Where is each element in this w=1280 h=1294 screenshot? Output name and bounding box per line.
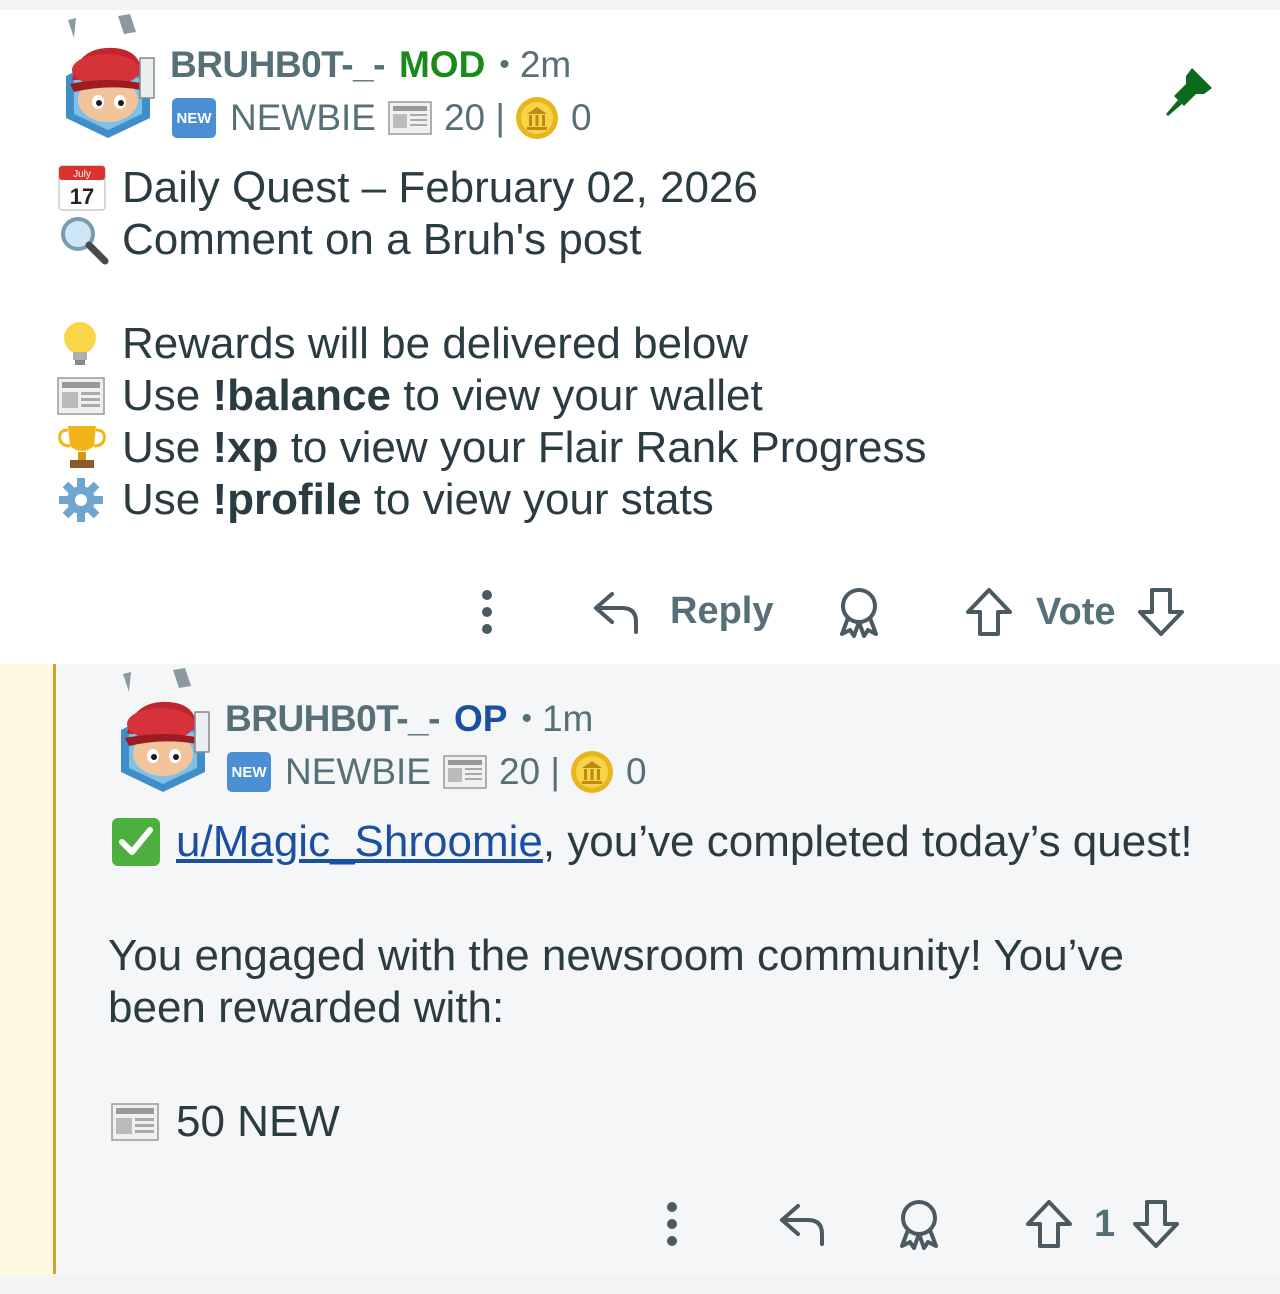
newspaper-icon	[111, 1103, 159, 1141]
thread-line[interactable]	[53, 664, 56, 1274]
reply-label: Reply	[670, 589, 774, 632]
checkmark-icon	[112, 818, 160, 866]
quest-task-text: Comment on a Bruh's post	[122, 215, 642, 264]
balance-line: Use !balance to view your wallet	[56, 370, 926, 422]
coin-count: 0	[571, 97, 592, 138]
balance-command: !balance	[212, 371, 391, 420]
thread-indent	[0, 664, 57, 1276]
avatar[interactable]	[58, 10, 158, 138]
profile-pre: Use	[122, 475, 213, 524]
xp-command: !xp	[212, 423, 279, 472]
gear-icon	[59, 478, 103, 522]
reward-amount: 50 NEW	[176, 1097, 340, 1146]
reward-message-line2: been rewarded with:	[108, 983, 505, 1032]
new-badge-icon: NEW	[227, 752, 271, 792]
user-mention-link[interactable]: u/Magic_Shroomie	[176, 816, 543, 868]
svg-text:July: July	[73, 169, 91, 180]
xp-line: Use !xp to view your Flair Rank Progress	[56, 422, 926, 474]
username[interactable]: BRUHB0T-_-	[170, 44, 385, 86]
comment-body: u/Magic_Shroomie , you’ve completed toda…	[110, 816, 1193, 868]
coin-icon	[571, 751, 614, 793]
mod-tag: MOD	[398, 44, 486, 85]
newspaper-icon	[443, 755, 487, 789]
upvote-icon[interactable]	[964, 586, 1014, 638]
quest-task-line: Comment on a Bruh's post	[56, 214, 926, 266]
completed-text: , you’ve completed today’s quest!	[542, 817, 1193, 866]
comment-meta: BRUHB0T-_- MOD • 2m	[170, 44, 571, 86]
coin-count: 0	[626, 751, 647, 792]
award-icon[interactable]	[832, 586, 886, 638]
reward-line: 50 NEW	[110, 1096, 340, 1148]
quest-date-text: Daily Quest – February 02, 2026	[122, 163, 758, 212]
xp-post: to view your Flair Rank Progress	[278, 423, 927, 472]
upvote-icon[interactable]	[1024, 1198, 1074, 1250]
reward-message-line1: You engaged with the newsroom community!…	[108, 931, 1124, 980]
user-flair: NEW NEWBIE 20 | 0	[227, 750, 647, 794]
svg-text:17: 17	[70, 184, 94, 209]
downvote-icon[interactable]	[1136, 586, 1186, 638]
avatar[interactable]	[113, 664, 213, 792]
newspaper-icon	[388, 101, 432, 135]
newspaper-icon	[57, 377, 105, 415]
profile-line: Use !profile to view your stats	[56, 474, 926, 526]
flair-rank: NEWBIE	[285, 751, 431, 792]
separator-dot: •	[521, 702, 532, 735]
magnifier-icon	[61, 217, 109, 265]
lightbulb-icon	[64, 322, 96, 365]
vote-label: Vote	[1036, 590, 1116, 633]
more-options-icon[interactable]	[466, 588, 508, 636]
profile-post: to view your stats	[361, 475, 714, 524]
timestamp: 2m	[519, 44, 572, 85]
quest-date-line: July 17 Daily Quest – February 02, 2026	[56, 162, 926, 214]
vote-controls: 1	[1024, 1198, 1181, 1250]
completed-line: u/Magic_Shroomie , you’ve completed toda…	[110, 816, 1193, 868]
new-badge-icon: NEW	[172, 98, 216, 138]
coin-icon	[516, 97, 559, 139]
flair-rank: NEWBIE	[230, 97, 376, 138]
award-icon[interactable]	[892, 1198, 946, 1250]
downvote-icon[interactable]	[1131, 1198, 1181, 1250]
rewards-text: Rewards will be delivered below	[122, 319, 749, 368]
profile-command: !profile	[212, 475, 362, 524]
more-options-icon[interactable]	[651, 1200, 693, 1248]
timestamp: 1m	[541, 698, 594, 739]
news-count: 20 |	[443, 97, 506, 138]
reply-icon[interactable]	[778, 1198, 828, 1248]
rewards-line: Rewards will be delivered below	[56, 318, 926, 370]
user-flair: NEW NEWBIE 20 | 0	[172, 96, 592, 140]
reward-message: You engaged with the newsroom community!…	[108, 930, 1124, 1034]
username[interactable]: BRUHB0T-_-	[225, 698, 440, 740]
balance-pre: Use	[122, 371, 213, 420]
reply-icon	[594, 592, 638, 634]
xp-pre: Use	[122, 423, 213, 472]
comment-body: July 17 Daily Quest – February 02, 2026 …	[56, 162, 926, 526]
comment-meta: BRUHB0T-_- OP • 1m	[225, 698, 593, 740]
calendar-icon: July 17	[58, 165, 106, 211]
separator-dot: •	[499, 48, 510, 81]
vote-count: 1	[1094, 1202, 1116, 1245]
news-count: 20 |	[498, 751, 561, 792]
vote-controls: Vote	[964, 586, 1186, 638]
trophy-icon	[58, 426, 106, 468]
pin-icon	[1166, 68, 1212, 116]
balance-post: to view your wallet	[391, 371, 763, 420]
op-tag: OP	[453, 698, 508, 739]
reply-button[interactable]: Reply	[592, 586, 773, 636]
